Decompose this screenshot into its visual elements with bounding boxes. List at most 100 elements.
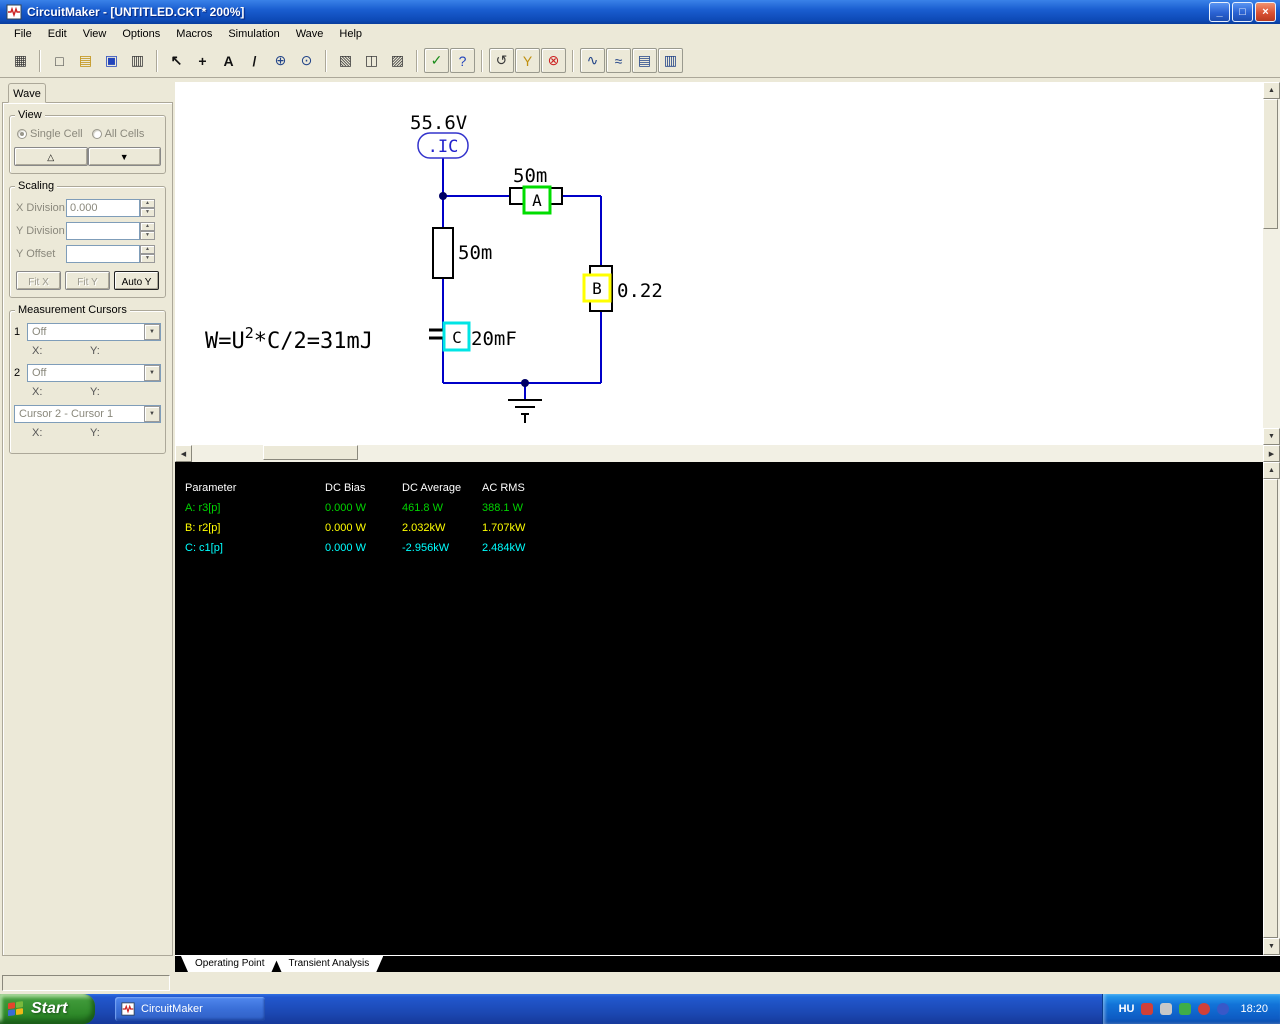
- window-title: CircuitMaker - [UNTITLED.CKT* 200%]: [27, 5, 245, 19]
- scroll-up-icon[interactable]: ▲: [1263, 82, 1280, 99]
- x-division-spinner[interactable]: ▲ ▼: [140, 199, 155, 217]
- spin-up-icon[interactable]: ▲: [140, 199, 155, 208]
- zoom-in-button[interactable]: ⊕: [268, 48, 293, 73]
- arrow-tool-button[interactable]: ↖: [164, 48, 189, 73]
- scroll-up-icon[interactable]: ▲: [1263, 462, 1280, 479]
- stop-icon: ⊗: [547, 52, 560, 68]
- schematic-canvas[interactable]: .IC 55.6V 50m A 50m B 0.22 C 20mF W=U2*C…: [175, 82, 1280, 445]
- wire-tool-button[interactable]: +: [190, 48, 215, 73]
- cursor-diff-x-label: X:: [32, 427, 43, 439]
- spin-up-icon[interactable]: ▲: [140, 222, 155, 231]
- open-file-button[interactable]: ▤: [73, 48, 98, 73]
- scroll-down-icon[interactable]: ▼: [1263, 938, 1280, 955]
- cursor-diff-select[interactable]: Cursor 2 - Cursor 1 ▼: [14, 405, 161, 423]
- waveform-button[interactable]: ≈: [606, 48, 631, 73]
- wire-tool-icon: +: [198, 52, 207, 69]
- tray-icon-2[interactable]: [1160, 1003, 1173, 1015]
- schematic-vertical-scrollbar[interactable]: ▲ ▼: [1263, 82, 1280, 445]
- menu-macros[interactable]: Macros: [168, 25, 220, 43]
- magnifier-button[interactable]: ⊙: [294, 48, 319, 73]
- scroll-right-icon[interactable]: ▶: [1263, 445, 1280, 462]
- radio-single-cell[interactable]: Single Cell: [17, 128, 83, 140]
- scaling-group-label: Scaling: [15, 180, 58, 192]
- view-group: View Single Cell All Cells △ ▼: [9, 109, 166, 174]
- chevron-down-icon[interactable]: ▼: [144, 324, 160, 340]
- y-division-input[interactable]: [66, 222, 140, 240]
- y-offset-input[interactable]: [66, 245, 140, 263]
- tray-icon-4[interactable]: [1198, 1003, 1211, 1015]
- menu-edit[interactable]: Edit: [40, 25, 75, 43]
- spin-down-icon[interactable]: ▼: [140, 254, 155, 263]
- analysis-button[interactable]: ▤: [632, 48, 657, 73]
- fit-page-button[interactable]: ▧: [333, 48, 358, 73]
- language-indicator[interactable]: HU: [1119, 1003, 1135, 1015]
- toolbar-separator: [39, 49, 41, 72]
- spin-up-icon[interactable]: ▲: [140, 245, 155, 254]
- minimize-button[interactable]: _: [1209, 2, 1230, 22]
- spin-down-icon[interactable]: ▼: [140, 208, 155, 217]
- cell-down-button[interactable]: ▼: [87, 147, 161, 166]
- status-bar: [0, 972, 1280, 994]
- row-b-dc-average: 2.032kW: [402, 522, 446, 534]
- cursor1-select[interactable]: Off ▼: [27, 323, 161, 341]
- schematic-horizontal-scrollbar[interactable]: ◀ ▶: [175, 445, 1280, 462]
- probe-button[interactable]: Y: [515, 48, 540, 73]
- results-vertical-scrollbar[interactable]: ▲ ▼: [1263, 462, 1280, 955]
- menu-help[interactable]: Help: [331, 25, 370, 43]
- y-offset-spinner[interactable]: ▲ ▼: [140, 245, 155, 263]
- cursor2-select[interactable]: Off ▼: [27, 364, 161, 382]
- stop-button[interactable]: ⊗: [541, 48, 566, 73]
- digital-display-button[interactable]: ▥: [658, 48, 683, 73]
- tab-operating-point[interactable]: Operating Point: [181, 956, 279, 972]
- scroll-left-icon[interactable]: ◀: [175, 445, 192, 462]
- scrollbar-thumb[interactable]: [1263, 99, 1278, 229]
- scope-button[interactable]: ∿: [580, 48, 605, 73]
- reset-button[interactable]: ↺: [489, 48, 514, 73]
- ground-symbol[interactable]: [508, 399, 542, 423]
- cell-up-button[interactable]: △: [14, 147, 88, 166]
- tab-wave[interactable]: Wave: [8, 83, 46, 103]
- macro-button[interactable]: ▨: [385, 48, 410, 73]
- x-division-input[interactable]: 0.000: [66, 199, 140, 217]
- parts-browser-button[interactable]: ▦: [8, 48, 33, 73]
- y-division-spinner[interactable]: ▲ ▼: [140, 222, 155, 240]
- tray-icon-3[interactable]: [1179, 1003, 1192, 1015]
- table-row[interactable]: A: r3[p] 0.000 W 461.8 W 388.1 W: [185, 498, 562, 518]
- taskbar-task-circuitmaker[interactable]: CircuitMaker: [115, 997, 265, 1021]
- resistor-left-body[interactable]: [432, 227, 454, 279]
- scrollbar-thumb[interactable]: [263, 445, 358, 460]
- chevron-down-icon[interactable]: ▼: [144, 406, 160, 422]
- start-button[interactable]: Start: [0, 994, 95, 1024]
- energy-annotation[interactable]: W=U2*C/2=31mJ: [205, 324, 373, 354]
- tab-transient-analysis[interactable]: Transient Analysis: [275, 956, 384, 972]
- menu-view[interactable]: View: [75, 25, 115, 43]
- table-row[interactable]: B: r2[p] 0.000 W 2.032kW 1.707kW: [185, 518, 562, 538]
- scrollbar-thumb[interactable]: [1263, 479, 1278, 938]
- simulation-check-button[interactable]: ✓: [424, 48, 449, 73]
- help-tool-button[interactable]: ?: [450, 48, 475, 73]
- menu-simulation[interactable]: Simulation: [220, 25, 287, 43]
- fit-y-button[interactable]: Fit Y: [65, 271, 110, 290]
- ic-source-label: .IC: [428, 137, 459, 157]
- text-tool-button[interactable]: A: [216, 48, 241, 73]
- start-label: Start: [31, 1000, 68, 1017]
- spin-down-icon[interactable]: ▼: [140, 231, 155, 240]
- table-row[interactable]: C: c1[p] 0.000 W -2.956kW 2.484kW: [185, 538, 562, 558]
- chevron-down-icon[interactable]: ▼: [144, 365, 160, 381]
- save-button[interactable]: ▣: [99, 48, 124, 73]
- split-view-button[interactable]: ◫: [359, 48, 384, 73]
- tray-icon-1[interactable]: [1141, 1003, 1154, 1015]
- radio-all-cells[interactable]: All Cells: [91, 128, 144, 140]
- maximize-button[interactable]: □: [1232, 2, 1253, 22]
- tray-icon-5[interactable]: [1217, 1003, 1230, 1015]
- scroll-down-icon[interactable]: ▼: [1263, 428, 1280, 445]
- print-button[interactable]: ▥: [125, 48, 150, 73]
- menu-options[interactable]: Options: [114, 25, 168, 43]
- close-button[interactable]: ×: [1255, 2, 1276, 22]
- menu-file[interactable]: File: [6, 25, 40, 43]
- auto-y-button[interactable]: Auto Y: [114, 271, 159, 290]
- delete-tool-button[interactable]: /: [242, 48, 267, 73]
- fit-x-button[interactable]: Fit X: [16, 271, 61, 290]
- new-file-button[interactable]: □: [47, 48, 72, 73]
- menu-wave[interactable]: Wave: [288, 25, 332, 43]
